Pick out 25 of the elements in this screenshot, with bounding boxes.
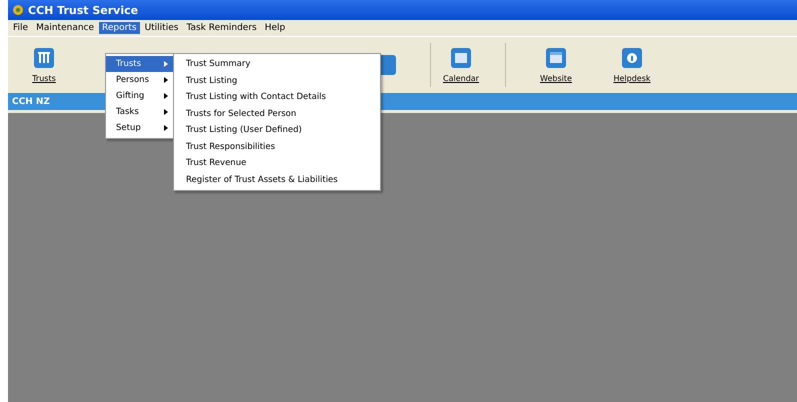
menu-item[interactable]: Setup	[106, 120, 174, 136]
menu-item[interactable]: Trust Listing	[174, 72, 380, 89]
toolbar-button[interactable]: Calendar	[431, 47, 491, 83]
menu-item[interactable]: Trust Revenue	[174, 155, 380, 172]
toolbar-button[interactable]: Helpdesk	[602, 47, 662, 83]
menu-item[interactable]: Trust Responsibilities	[174, 138, 380, 155]
menu-item[interactable]: Gifting	[106, 88, 174, 104]
menu-item[interactable]: File	[10, 22, 32, 34]
menu-item[interactable]: Reports	[99, 22, 140, 34]
menu-item[interactable]: Trust Listing with Contact Details	[174, 89, 380, 106]
toolbar-button[interactable]: Trusts	[14, 47, 74, 83]
menu-item[interactable]: Task Reminders	[183, 22, 260, 34]
menu-item[interactable]: Maintenance	[33, 22, 98, 34]
window-title: CCH Trust Service	[28, 4, 138, 16]
menu-item[interactable]: Utilities	[142, 22, 182, 34]
menu-item[interactable]: Help	[262, 22, 288, 34]
menu-item[interactable]: Trust Summary	[174, 56, 380, 72]
menu-item[interactable]: Trusts	[106, 56, 174, 72]
menu-item[interactable]: Register of Trust Assets & Liabilities	[174, 172, 380, 188]
menu-item[interactable]: Tasks	[106, 104, 174, 120]
menu-item[interactable]: Trusts for Selected Person	[174, 106, 380, 122]
menu-item[interactable]: Trust Listing (User Defined)	[174, 122, 380, 138]
menu-item[interactable]: Persons	[106, 72, 174, 88]
toolbar-button[interactable]: Website	[526, 47, 586, 83]
band-label: CCH NZ	[12, 96, 50, 106]
